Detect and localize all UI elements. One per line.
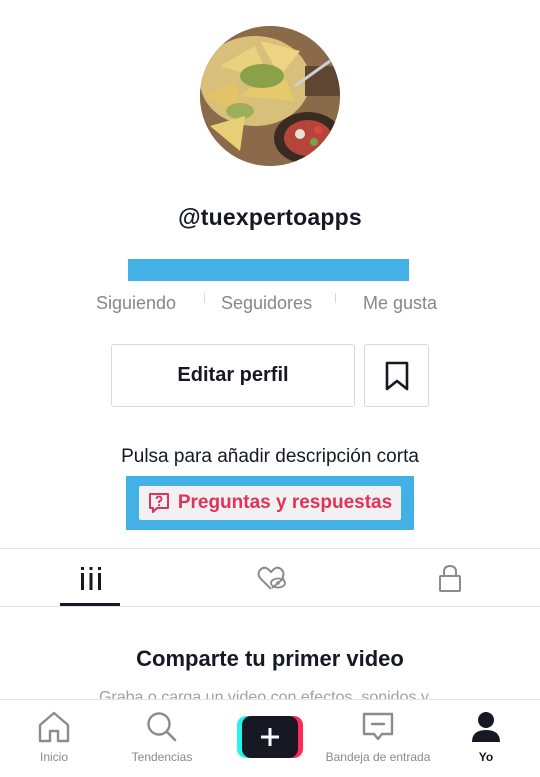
bottom-nav: Inicio Tendencias Bandeja de entrada Yo bbox=[0, 699, 540, 776]
home-icon bbox=[38, 711, 70, 743]
nav-profile-label: Yo bbox=[478, 750, 494, 764]
plus-icon bbox=[237, 716, 303, 758]
nav-inbox-label: Bandeja de entrada bbox=[325, 750, 431, 764]
stat-divider bbox=[204, 293, 205, 303]
question-icon bbox=[148, 493, 169, 513]
edit-profile-button[interactable]: Editar perfil bbox=[111, 344, 355, 407]
favorites-button[interactable] bbox=[364, 344, 429, 407]
profile-avatar[interactable] bbox=[200, 26, 340, 166]
qa-label: Preguntas y respuestas bbox=[177, 492, 393, 513]
following-label[interactable]: Siguiendo bbox=[96, 293, 176, 314]
inbox-icon bbox=[362, 712, 394, 741]
profile-icon bbox=[472, 712, 500, 742]
stats-redaction-bar bbox=[128, 259, 409, 281]
edit-profile-label: Editar perfil bbox=[177, 364, 289, 386]
bio-placeholder[interactable]: Pulsa para añadir descripción corta bbox=[0, 446, 540, 468]
create-button[interactable] bbox=[237, 716, 303, 758]
qa-button[interactable]: Preguntas y respuestas bbox=[139, 486, 401, 520]
empty-state-title: Comparte tu primer video bbox=[136, 646, 404, 671]
nav-profile[interactable]: Yo bbox=[456, 700, 516, 777]
nav-inbox[interactable]: Bandeja de entrada bbox=[318, 700, 438, 777]
username: @tuexpertoapps bbox=[178, 204, 362, 230]
lock-icon[interactable] bbox=[435, 563, 465, 593]
nav-discover-label: Tendencias bbox=[131, 750, 193, 764]
followers-label[interactable]: Seguidores bbox=[221, 293, 312, 314]
nav-discover[interactable]: Tendencias bbox=[112, 700, 212, 777]
liked-hidden-icon[interactable] bbox=[256, 563, 286, 593]
avatar-photo bbox=[200, 26, 340, 166]
nav-home[interactable]: Inicio bbox=[12, 700, 96, 777]
tabs-top-divider bbox=[0, 548, 540, 549]
nav-home-label: Inicio bbox=[39, 750, 68, 764]
grid-icon[interactable] bbox=[76, 563, 106, 593]
search-icon bbox=[147, 712, 177, 742]
tabs-bottom-divider bbox=[0, 606, 540, 607]
stat-divider bbox=[335, 293, 336, 303]
bookmark-icon bbox=[385, 361, 408, 390]
likes-label[interactable]: Me gusta bbox=[363, 293, 437, 314]
